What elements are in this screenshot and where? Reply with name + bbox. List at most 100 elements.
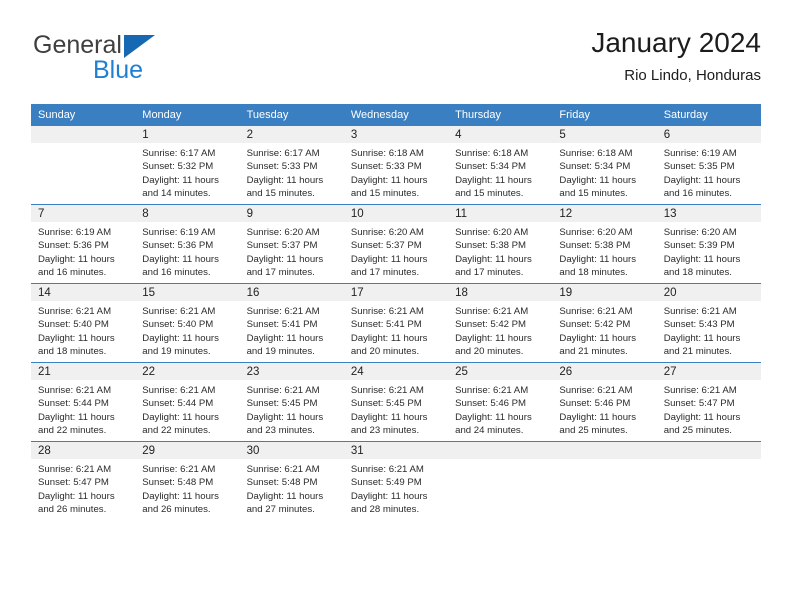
calendar-week-row: 21 Sunrise: 6:21 AM Sunset: 5:44 PM Dayligh…	[31, 362, 761, 442]
daylight-text-line2: and 28 minutes.	[350, 504, 420, 516]
daylight-text-line2: and 18 minutes.	[663, 267, 732, 279]
sunset-text: Sunset: 5:48 PM	[246, 477, 318, 489]
day-number: 28	[31, 442, 136, 459]
generalblue-logo[interactable]: General Blue	[31, 31, 271, 91]
daylight-text-line1: Daylight: 11 hours	[455, 174, 532, 186]
calendar-day-cell[interactable]: 28 Sunrise: 6:21 AM Sunset: 5:47 PM Dayligh…	[31, 441, 136, 520]
daylight-text-line1: Daylight: 11 hours	[246, 174, 324, 186]
daylight-text-line2: and 16 minutes.	[663, 188, 732, 200]
calendar-day-cell[interactable]: 23 Sunrise: 6:21 AM Sunset: 5:45 PM Dayligh…	[239, 362, 344, 442]
calendar-day-cell[interactable]: 15 Sunrise: 6:21 AM Sunset: 5:40 PM Dayligh…	[135, 283, 240, 363]
day-details: Sunrise: 6:20 AM Sunset: 5:38 PM Daylight:…	[552, 222, 656, 280]
calendar-day-cell[interactable]: 13 Sunrise: 6:20 AM Sunset: 5:39 PM Dayligh…	[656, 204, 761, 284]
calendar-day-cell[interactable]: 18 Sunrise: 6:21 AM Sunset: 5:42 PM Dayligh…	[448, 283, 553, 363]
calendar-day-cell[interactable]: 22 Sunrise: 6:21 AM Sunset: 5:44 PM Dayligh…	[135, 362, 240, 442]
daylight-text-line2: and 23 minutes.	[350, 425, 420, 437]
daylight-text-line1: Daylight: 11 hours	[663, 411, 741, 423]
sunrise-text: Sunrise: 6:21 AM	[559, 385, 633, 396]
calendar-day-cell[interactable]: 3 Sunrise: 6:18 AM Sunset: 5:33 PM Daylight…	[343, 126, 449, 205]
sunrise-text: Sunrise: 6:21 AM	[350, 385, 424, 396]
sunset-text: Sunset: 5:38 PM	[455, 240, 527, 252]
calendar-day-cell[interactable]: 25 Sunrise: 6:21 AM Sunset: 5:46 PM Dayligh…	[448, 362, 553, 442]
sunrise-text: Sunrise: 6:17 AM	[246, 148, 320, 159]
calendar-day-cell[interactable]: 19 Sunrise: 6:21 AM Sunset: 5:42 PM Dayligh…	[552, 283, 657, 363]
sunrise-text: Sunrise: 6:20 AM	[663, 227, 737, 238]
daylight-text-line1: Daylight: 11 hours	[246, 253, 324, 265]
sunrise-text: Sunrise: 6:21 AM	[350, 306, 424, 317]
calendar-day-cell[interactable]: 21 Sunrise: 6:21 AM Sunset: 5:44 PM Dayligh…	[31, 362, 136, 442]
calendar-day-cell[interactable]: 29 Sunrise: 6:21 AM Sunset: 5:48 PM Dayligh…	[135, 441, 240, 520]
daylight-text-line2: and 18 minutes.	[559, 267, 628, 279]
sunset-text: Sunset: 5:40 PM	[38, 319, 109, 331]
daylight-text-line1: Daylight: 11 hours	[38, 253, 115, 265]
sunset-text: Sunset: 5:46 PM	[559, 398, 631, 410]
day-number: 2	[239, 126, 344, 143]
calendar-day-cell[interactable]: 31 Sunrise: 6:21 AM Sunset: 5:49 PM Dayligh…	[343, 441, 449, 520]
calendar-body: 1 Sunrise: 6:17 AM Sunset: 5:32 PM Daylight…	[31, 126, 761, 520]
weekday-header-friday: Friday	[552, 104, 657, 126]
calendar-day-cell[interactable]: 20 Sunrise: 6:21 AM Sunset: 5:43 PM Dayligh…	[656, 283, 761, 363]
daylight-text-line1: Daylight: 11 hours	[38, 490, 115, 502]
calendar-day-cell[interactable]: 16 Sunrise: 6:21 AM Sunset: 5:41 PM Dayligh…	[239, 283, 344, 363]
daylight-text-line1: Daylight: 11 hours	[455, 253, 532, 265]
calendar-day-cell[interactable]: 10 Sunrise: 6:20 AM Sunset: 5:37 PM Dayligh…	[343, 204, 449, 284]
calendar-day-cell[interactable]: 2 Sunrise: 6:17 AM Sunset: 5:33 PM Daylight…	[239, 126, 344, 205]
sunrise-text: Sunrise: 6:20 AM	[350, 227, 424, 238]
day-details: Sunrise: 6:21 AM Sunset: 5:47 PM Daylight:…	[31, 459, 135, 517]
day-number: 22	[135, 363, 240, 380]
daylight-text-line1: Daylight: 11 hours	[559, 174, 637, 186]
daylight-text-line2: and 19 minutes.	[142, 346, 211, 358]
calendar-day-cell[interactable]: 5 Sunrise: 6:18 AM Sunset: 5:34 PM Daylight…	[552, 126, 657, 205]
calendar-day-cell[interactable]: 24 Sunrise: 6:21 AM Sunset: 5:45 PM Dayligh…	[343, 362, 449, 442]
calendar-day-cell[interactable]: 14 Sunrise: 6:21 AM Sunset: 5:40 PM Dayligh…	[31, 283, 136, 363]
day-details: Sunrise: 6:21 AM Sunset: 5:40 PM Daylight:…	[135, 301, 239, 359]
daylight-text-line1: Daylight: 11 hours	[455, 411, 532, 423]
daylight-text-line1: Daylight: 11 hours	[142, 411, 219, 423]
calendar-day-cell[interactable]: 9 Sunrise: 6:20 AM Sunset: 5:37 PM Daylight…	[239, 204, 344, 284]
sunset-text: Sunset: 5:40 PM	[142, 319, 214, 331]
day-details: Sunrise: 6:21 AM Sunset: 5:42 PM Daylight:…	[448, 301, 552, 359]
sunrise-text: Sunrise: 6:21 AM	[455, 385, 529, 396]
day-details: Sunrise: 6:19 AM Sunset: 5:35 PM Daylight:…	[657, 143, 761, 201]
calendar-day-cell[interactable]: 17 Sunrise: 6:21 AM Sunset: 5:41 PM Dayligh…	[343, 283, 449, 363]
daylight-text-line1: Daylight: 11 hours	[350, 332, 428, 344]
sunrise-text: Sunrise: 6:21 AM	[38, 306, 112, 317]
calendar-day-cell[interactable]: 8 Sunrise: 6:19 AM Sunset: 5:36 PM Daylight…	[135, 204, 240, 284]
page-title: January 2024	[591, 27, 761, 58]
sunrise-text: Sunrise: 6:21 AM	[246, 306, 320, 317]
calendar-day-cell[interactable]: 12 Sunrise: 6:20 AM Sunset: 5:38 PM Dayligh…	[552, 204, 657, 284]
day-number: 13	[656, 205, 761, 222]
calendar-day-cell[interactable]: 30 Sunrise: 6:21 AM Sunset: 5:48 PM Dayligh…	[239, 441, 344, 520]
day-number: 30	[239, 442, 344, 459]
day-number: 18	[448, 284, 553, 301]
calendar-day-cell[interactable]: 4 Sunrise: 6:18 AM Sunset: 5:34 PM Daylight…	[448, 126, 553, 205]
day-number: 7	[31, 205, 136, 222]
day-details: Sunrise: 6:19 AM Sunset: 5:36 PM Daylight:…	[31, 222, 135, 280]
sunrise-text: Sunrise: 6:21 AM	[559, 306, 633, 317]
daylight-text-line1: Daylight: 11 hours	[350, 411, 428, 423]
day-details: Sunrise: 6:21 AM Sunset: 5:42 PM Daylight:…	[552, 301, 656, 359]
sunrise-text: Sunrise: 6:19 AM	[38, 227, 112, 238]
calendar-day-cell[interactable]: 27 Sunrise: 6:21 AM Sunset: 5:47 PM Dayligh…	[656, 362, 761, 442]
sunset-text: Sunset: 5:47 PM	[38, 477, 109, 489]
calendar-day-cell[interactable]: 6 Sunrise: 6:19 AM Sunset: 5:35 PM Daylight…	[656, 126, 761, 205]
calendar-week-row: 1 Sunrise: 6:17 AM Sunset: 5:32 PM Daylight…	[31, 126, 761, 205]
calendar-day-cell[interactable]: 1 Sunrise: 6:17 AM Sunset: 5:32 PM Daylight…	[135, 126, 240, 205]
calendar-week-row: 14 Sunrise: 6:21 AM Sunset: 5:40 PM Dayligh…	[31, 283, 761, 363]
daylight-text-line2: and 26 minutes.	[38, 504, 107, 516]
day-number	[448, 442, 553, 459]
day-details: Sunrise: 6:21 AM Sunset: 5:45 PM Daylight:…	[240, 380, 344, 438]
day-number	[656, 442, 761, 459]
logo-triangle-icon	[124, 35, 155, 58]
day-number: 15	[135, 284, 240, 301]
calendar-page: General Blue January 2024 Rio Lindo, Hon…	[0, 0, 792, 612]
calendar-day-cell[interactable]: 11 Sunrise: 6:20 AM Sunset: 5:38 PM Dayligh…	[448, 204, 553, 284]
sunset-text: Sunset: 5:36 PM	[38, 240, 109, 252]
weekday-header-monday: Monday	[135, 104, 240, 126]
day-number: 25	[448, 363, 553, 380]
weekday-header-thursday: Thursday	[448, 104, 553, 126]
day-number: 3	[343, 126, 449, 143]
day-number: 16	[239, 284, 344, 301]
calendar-day-cell[interactable]: 7 Sunrise: 6:19 AM Sunset: 5:36 PM Daylight…	[31, 204, 136, 284]
calendar-day-cell[interactable]: 26 Sunrise: 6:21 AM Sunset: 5:46 PM Dayligh…	[552, 362, 657, 442]
